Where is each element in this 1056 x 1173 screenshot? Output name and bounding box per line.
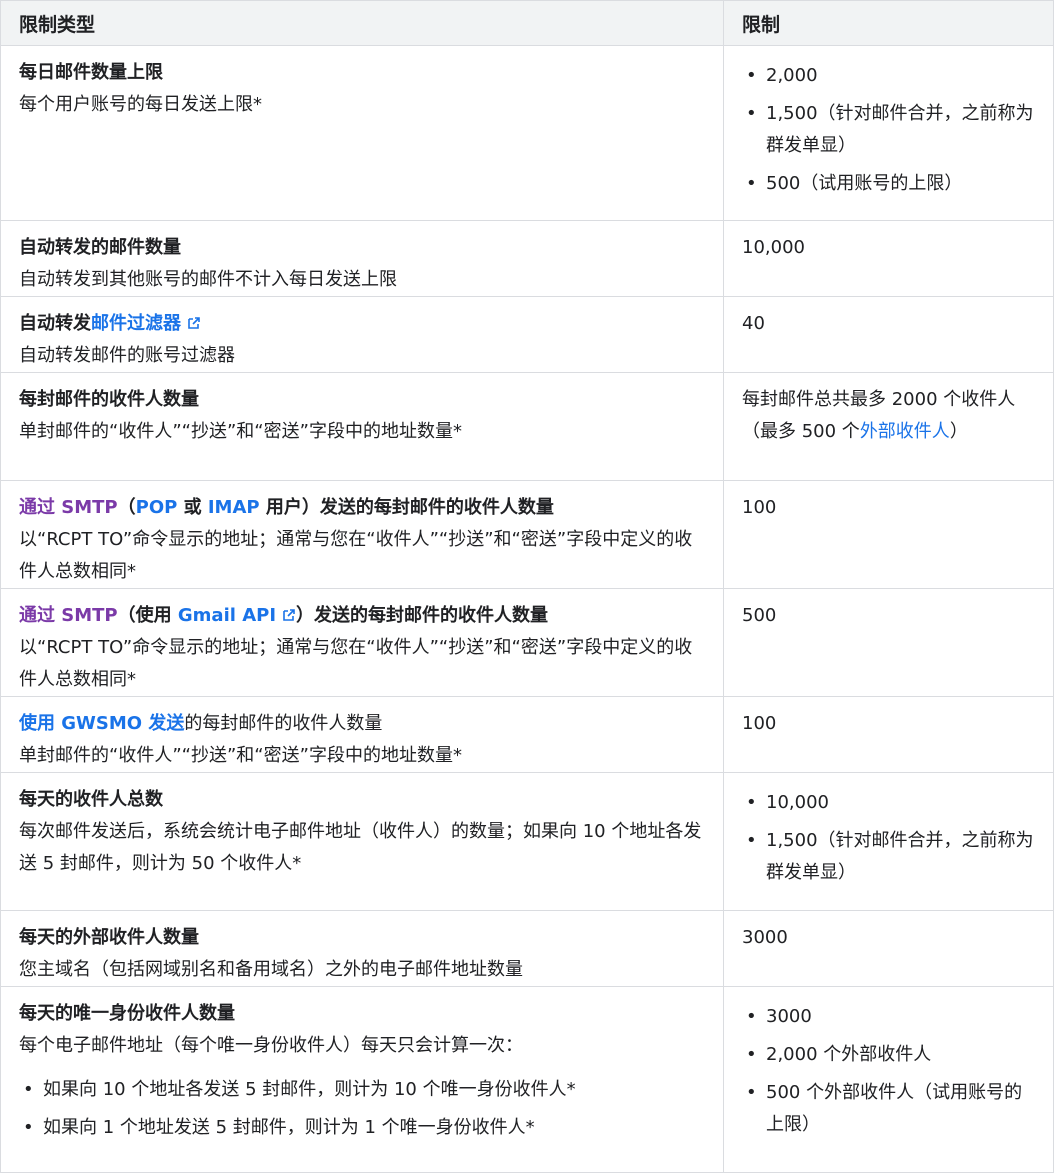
- row-description: 以“RCPT TO”命令显示的地址；通常与您在“收件人”“抄送”和“密送”字段中…: [19, 529, 693, 582]
- gmail-api-link[interactable]: Gmail API: [178, 605, 276, 626]
- list-item: 2,000: [742, 60, 1035, 92]
- limit-type-cell: 通过 SMTP（POP 或 IMAP 用户）发送的每封邮件的收件人数量 以“RC…: [0, 480, 724, 589]
- limit-value-cell: 40: [723, 296, 1054, 373]
- limit-value-cell: 100: [723, 480, 1054, 589]
- limit-type-cell: 自动转发的邮件数量 自动转发到其他账号的邮件不计入每日发送上限: [0, 220, 724, 297]
- table-row: 每封邮件的收件人数量 单封邮件的“收件人”“抄送”和“密送”字段中的地址数量* …: [0, 372, 1054, 481]
- limit-value: 每封邮件总共最多 2000 个收件人: [742, 389, 1016, 410]
- limit-list: 2,000 1,500（针对邮件合并，之前称为群发单显） 500（试用账号的上限…: [742, 60, 1035, 200]
- limit-value-cell: 2,000 1,500（针对邮件合并，之前称为群发单显） 500（试用账号的上限…: [723, 45, 1054, 221]
- list-item: 2,000 个外部收件人: [742, 1039, 1035, 1071]
- row-description: 每个用户账号的每日发送上限*: [19, 94, 262, 115]
- limit-value-cell: 3000: [723, 910, 1054, 987]
- smtp-link[interactable]: 通过 SMTP: [19, 497, 118, 518]
- table-row: 自动转发的邮件数量 自动转发到其他账号的邮件不计入每日发送上限 10,000: [0, 220, 1054, 297]
- limit-value-cell: 10,000: [723, 220, 1054, 297]
- gwsmo-link[interactable]: 使用 GWSMO 发送: [19, 713, 184, 734]
- list-item: 3000: [742, 1001, 1035, 1033]
- limit-value-cell: 10,000 1,500（针对邮件合并，之前称为群发单显）: [723, 772, 1054, 911]
- limits-table: 限制类型 限制 每日邮件数量上限 每个用户账号的每日发送上限* 2,000 1,…: [0, 0, 1054, 1173]
- row-title: 通过 SMTP（使用 Gmail API ）发送的每封邮件的收件人数量: [19, 600, 705, 632]
- imap-link[interactable]: IMAP: [208, 497, 260, 518]
- table-row: 通过 SMTP（POP 或 IMAP 用户）发送的每封邮件的收件人数量 以“RC…: [0, 480, 1054, 589]
- table-row: 通过 SMTP（使用 Gmail API ）发送的每封邮件的收件人数量 以“RCP…: [0, 588, 1054, 697]
- limit-value-note: （最多 500 个外部收件人）: [742, 416, 1035, 448]
- external-link-icon[interactable]: [282, 608, 296, 622]
- table-header-row: 限制类型 限制: [0, 0, 1054, 46]
- row-description: 单封邮件的“收件人”“抄送”和“密送”字段中的地址数量*: [19, 745, 462, 766]
- title-text: ）发送的每封邮件的收件人数量: [296, 605, 549, 626]
- row-description: 每个电子邮件地址（每个唯一身份收件人）每天只会计算一次：: [19, 1035, 523, 1056]
- pop-link[interactable]: POP: [136, 497, 178, 518]
- limit-type-cell: 每天的唯一身份收件人数量 每个电子邮件地址（每个唯一身份收件人）每天只会计算一次…: [0, 986, 724, 1173]
- note-suffix: ）: [949, 421, 968, 442]
- table-row: 每天的收件人总数 每次邮件发送后，系统会统计电子邮件地址（收件人）的数量；如果向…: [0, 772, 1054, 911]
- limit-value-cell: 每封邮件总共最多 2000 个收件人 （最多 500 个外部收件人）: [723, 372, 1054, 481]
- limit-value: 100: [742, 497, 777, 518]
- row-title: 每天的外部收件人数量: [19, 927, 199, 948]
- row-title: 自动转发邮件过滤器: [19, 308, 705, 340]
- list-item: 10,000: [742, 787, 1035, 819]
- limit-value: 3000: [742, 927, 788, 948]
- row-description: 自动转发邮件的账号过滤器: [19, 345, 235, 366]
- limit-value-cell: 3000 2,000 个外部收件人 500 个外部收件人（试用账号的上限）: [723, 986, 1054, 1173]
- row-description: 您主域名（包括网域别名和备用域名）之外的电子邮件地址数量: [19, 959, 523, 980]
- row-title: 每天的唯一身份收件人数量: [19, 1003, 235, 1024]
- list-item: 如果向 10 个地址各发送 5 封邮件，则计为 10 个唯一身份收件人*: [19, 1074, 705, 1106]
- row-description: 每次邮件发送后，系统会统计电子邮件地址（收件人）的数量；如果向 10 个地址各发…: [19, 821, 702, 874]
- limit-list: 3000 2,000 个外部收件人 500 个外部收件人（试用账号的上限）: [742, 1001, 1035, 1141]
- limit-type-cell: 每天的收件人总数 每次邮件发送后，系统会统计电子邮件地址（收件人）的数量；如果向…: [0, 772, 724, 911]
- limit-value: 500: [742, 605, 777, 626]
- row-title: 每日邮件数量上限: [19, 62, 163, 83]
- table-row: 每日邮件数量上限 每个用户账号的每日发送上限* 2,000 1,500（针对邮件…: [0, 45, 1054, 221]
- title-text: （: [117, 497, 136, 518]
- limit-value: 10,000: [742, 237, 805, 258]
- row-title-prefix: 自动转发: [19, 313, 91, 334]
- limit-value: 100: [742, 713, 777, 734]
- example-list: 如果向 10 个地址各发送 5 封邮件，则计为 10 个唯一身份收件人* 如果向…: [19, 1074, 705, 1144]
- title-text: 的每封邮件的收件人数量: [184, 713, 383, 734]
- row-title: 每天的收件人总数: [19, 789, 163, 810]
- title-text: （使用: [117, 605, 178, 626]
- list-item: 500（试用账号的上限）: [742, 168, 1035, 200]
- limit-list: 10,000 1,500（针对邮件合并，之前称为群发单显）: [742, 787, 1035, 889]
- limit-value-cell: 500: [723, 588, 1054, 697]
- limit-type-cell: 每封邮件的收件人数量 单封邮件的“收件人”“抄送”和“密送”字段中的地址数量*: [0, 372, 724, 481]
- row-description: 自动转发到其他账号的邮件不计入每日发送上限: [19, 269, 397, 290]
- external-recipients-link[interactable]: 外部收件人: [860, 421, 950, 442]
- table-row: 自动转发邮件过滤器 自动转发邮件的账号过滤器 40: [0, 296, 1054, 373]
- list-item: 1,500（针对邮件合并，之前称为群发单显）: [742, 825, 1035, 889]
- limit-type-cell: 每日邮件数量上限 每个用户账号的每日发送上限*: [0, 45, 724, 221]
- title-text: 用户）发送的每封邮件的收件人数量: [259, 497, 554, 518]
- limit-type-cell: 每天的外部收件人数量 您主域名（包括网域别名和备用域名）之外的电子邮件地址数量: [0, 910, 724, 987]
- limit-value-cell: 100: [723, 696, 1054, 773]
- table-row: 每天的外部收件人数量 您主域名（包括网域别名和备用域名）之外的电子邮件地址数量 …: [0, 910, 1054, 987]
- table-row: 每天的唯一身份收件人数量 每个电子邮件地址（每个唯一身份收件人）每天只会计算一次…: [0, 986, 1054, 1173]
- limit-type-cell: 通过 SMTP（使用 Gmail API ）发送的每封邮件的收件人数量 以“RCP…: [0, 588, 724, 697]
- title-text: 或: [177, 497, 208, 518]
- row-description: 以“RCPT TO”命令显示的地址；通常与您在“收件人”“抄送”和“密送”字段中…: [19, 637, 693, 690]
- limit-type-cell: 使用 GWSMO 发送的每封邮件的收件人数量 单封邮件的“收件人”“抄送”和“密…: [0, 696, 724, 773]
- header-limit: 限制: [723, 0, 1054, 46]
- row-title: 使用 GWSMO 发送的每封邮件的收件人数量: [19, 708, 705, 740]
- list-item: 500 个外部收件人（试用账号的上限）: [742, 1077, 1035, 1141]
- limit-type-cell: 自动转发邮件过滤器 自动转发邮件的账号过滤器: [0, 296, 724, 373]
- mail-filter-link[interactable]: 邮件过滤器: [91, 313, 181, 334]
- row-description: 单封邮件的“收件人”“抄送”和“密送”字段中的地址数量*: [19, 421, 462, 442]
- list-item: 1,500（针对邮件合并，之前称为群发单显）: [742, 98, 1035, 162]
- smtp-link[interactable]: 通过 SMTP: [19, 605, 118, 626]
- list-item: 如果向 1 个地址发送 5 封邮件，则计为 1 个唯一身份收件人*: [19, 1112, 705, 1144]
- external-link-icon[interactable]: [187, 316, 201, 330]
- row-title: 每封邮件的收件人数量: [19, 389, 199, 410]
- table-row: 使用 GWSMO 发送的每封邮件的收件人数量 单封邮件的“收件人”“抄送”和“密…: [0, 696, 1054, 773]
- row-title: 自动转发的邮件数量: [19, 237, 181, 258]
- header-limit-type: 限制类型: [0, 0, 724, 46]
- note-prefix: （最多 500 个: [742, 421, 860, 442]
- row-title: 通过 SMTP（POP 或 IMAP 用户）发送的每封邮件的收件人数量: [19, 492, 705, 524]
- limit-value: 40: [742, 313, 765, 334]
